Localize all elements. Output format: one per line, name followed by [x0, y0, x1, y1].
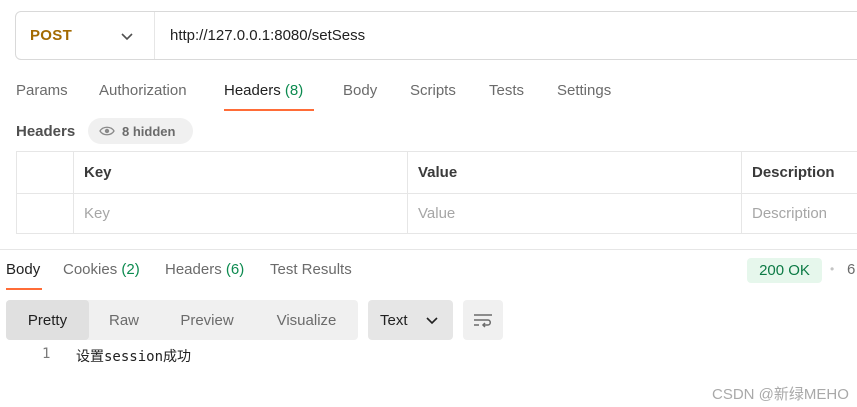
eye-icon: [99, 126, 115, 136]
status-separator: •: [830, 262, 835, 276]
table-row: [17, 193, 857, 234]
response-body-text[interactable]: 设置session成功: [76, 346, 191, 366]
watermark: CSDN @新绿MEHO: [712, 386, 849, 403]
request-bar: POST: [15, 11, 857, 60]
description-input[interactable]: [752, 193, 857, 234]
view-visualize-button[interactable]: Visualize: [255, 300, 358, 340]
tab-settings[interactable]: Settings: [557, 82, 611, 99]
value-cell: [407, 193, 741, 234]
format-select[interactable]: Text: [368, 300, 453, 340]
tab-body[interactable]: Body: [343, 82, 377, 99]
url-input[interactable]: [155, 12, 857, 59]
row-checkbox-cell: [17, 193, 73, 234]
view-mode-group: Pretty Raw Preview Visualize: [6, 300, 358, 340]
format-select-label: Text: [380, 311, 408, 329]
response-tab-cookies[interactable]: Cookies (2): [63, 261, 140, 278]
column-value: Value: [407, 152, 741, 193]
description-cell: [741, 193, 857, 234]
active-response-tab-indicator: [6, 288, 42, 290]
line-number: 1: [42, 346, 51, 362]
tab-params[interactable]: Params: [16, 82, 68, 99]
headers-section-title: Headers: [16, 123, 76, 140]
view-preview-button[interactable]: Preview: [159, 300, 255, 340]
status-badge[interactable]: 200 OK: [747, 258, 822, 283]
response-time[interactable]: 6: [847, 261, 855, 278]
method-select[interactable]: POST: [16, 12, 155, 59]
value-input[interactable]: [418, 193, 741, 234]
headers-table: Key Value Description: [16, 151, 857, 234]
tab-scripts[interactable]: Scripts: [410, 82, 456, 99]
response-tab-test-results[interactable]: Test Results: [270, 261, 352, 278]
view-raw-button[interactable]: Raw: [89, 300, 159, 340]
active-tab-indicator: [224, 109, 314, 111]
response-tab-body[interactable]: Body: [6, 261, 40, 278]
wrap-lines-icon: [474, 314, 492, 328]
wrap-lines-button[interactable]: [463, 300, 503, 340]
key-cell: [73, 193, 407, 234]
chevron-down-icon: [426, 317, 438, 325]
method-label: POST: [30, 27, 73, 44]
view-pretty-button[interactable]: Pretty: [6, 300, 89, 340]
tab-headers[interactable]: Headers (8): [224, 82, 303, 99]
response-headers-count: (6): [225, 261, 245, 278]
response-tab-headers[interactable]: Headers (6): [165, 261, 244, 278]
cookies-count: (2): [121, 261, 140, 278]
hidden-headers-toggle[interactable]: 8 hidden: [88, 118, 193, 144]
column-description: Description: [741, 152, 857, 193]
tab-tests[interactable]: Tests: [489, 82, 524, 99]
tab-headers-count: (8): [284, 82, 304, 99]
key-input[interactable]: [84, 193, 407, 234]
chevron-down-icon: [121, 33, 133, 41]
hidden-headers-label: 8 hidden: [122, 123, 176, 139]
tab-authorization[interactable]: Authorization: [99, 82, 187, 99]
headers-table-header: Key Value Description: [17, 152, 857, 194]
response-divider[interactable]: [0, 249, 857, 250]
column-key: Key: [73, 152, 407, 193]
checkbox-column: [17, 152, 73, 193]
